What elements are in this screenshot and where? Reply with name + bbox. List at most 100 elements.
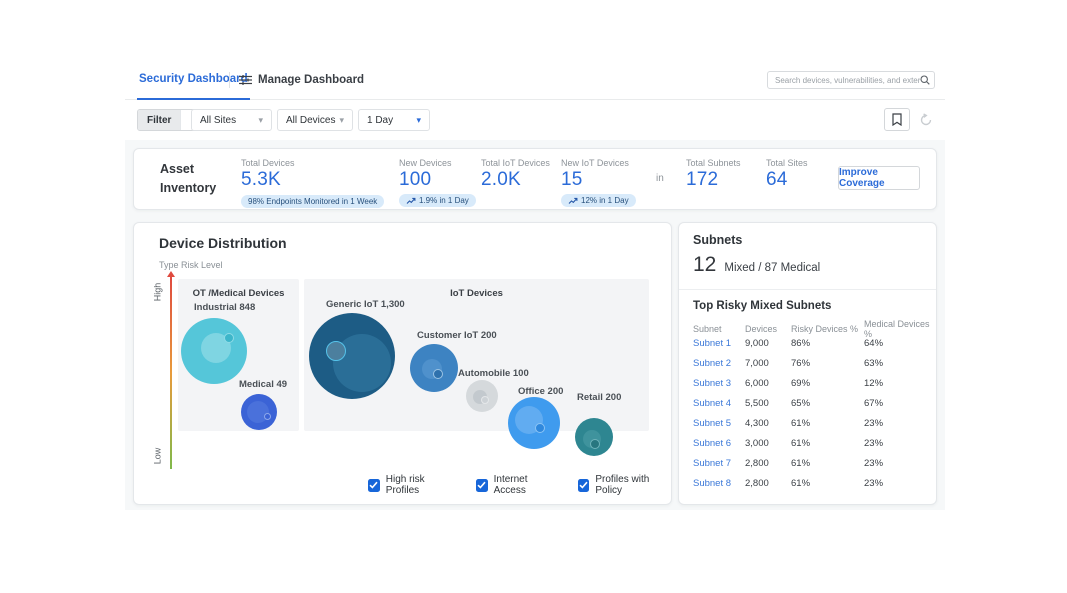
sites-select[interactable]: All Sites ▾ — [191, 109, 272, 131]
table-row: Subnet 27,00076%63% — [679, 353, 936, 373]
bubble-mini-dot — [264, 413, 271, 420]
asset-inventory-card: Asset Inventory Total Devices5.3K98% End… — [133, 148, 937, 210]
device-distribution-title: Device Distribution — [159, 235, 287, 251]
cell-devices: 2,800 — [745, 478, 791, 489]
cell-risky-pct: 61% — [791, 458, 864, 469]
bubble-inner-blob — [247, 401, 269, 423]
table-row: Subnet 63,00061%23% — [679, 433, 936, 453]
timerange-select[interactable]: 1 Day ▾ — [358, 109, 430, 131]
bubble-medical[interactable] — [241, 394, 277, 430]
subnet-link[interactable]: Subnet 1 — [693, 338, 745, 349]
tab-bar: Security Dashboard Manage Dashboard — [125, 60, 945, 100]
subnet-link[interactable]: Subnet 7 — [693, 458, 745, 469]
subnet-link[interactable]: Subnet 5 — [693, 418, 745, 429]
bubble-mini-dot — [224, 333, 234, 343]
axis-high-label: High — [152, 283, 162, 302]
cell-risky-pct: 86% — [791, 338, 864, 349]
bubble-label: Industrial 848 — [194, 302, 255, 313]
bubble-mini-dot — [535, 423, 545, 433]
bubble-automobile[interactable] — [466, 380, 498, 412]
tab-security-dashboard[interactable]: Security Dashboard — [137, 60, 250, 100]
checkbox-icon[interactable] — [578, 479, 590, 492]
bubble-label: Retail 200 — [577, 392, 621, 403]
bubble-label: Generic IoT 1,300 — [326, 299, 405, 310]
metric-total-sites: Total Sites64 — [766, 158, 808, 191]
axis-low-label: Low — [152, 448, 162, 465]
checkbox-profiles-with-policy[interactable]: Profiles with Policy — [578, 474, 671, 496]
chevron-down-icon: ▾ — [258, 116, 263, 125]
cell-devices: 6,000 — [745, 378, 791, 389]
col-header-subnet: Subnet — [693, 324, 745, 334]
cell-risky-pct: 61% — [791, 478, 864, 489]
metric-badge: 98% Endpoints Monitored in 1 Week — [241, 195, 384, 208]
section-label: OT /Medical Devices — [178, 288, 299, 299]
filter-row: Filter Query All Sites ▾ All Devices ▾ 1… — [125, 100, 945, 140]
checkbox-label: High risk Profiles — [386, 474, 454, 496]
tab-manage-dashboard[interactable]: Manage Dashboard — [239, 60, 364, 100]
cell-medical-pct: 67% — [864, 398, 936, 409]
subnet-link[interactable]: Subnet 3 — [693, 378, 745, 389]
cell-medical-pct: 23% — [864, 438, 936, 449]
subnet-link[interactable]: Subnet 8 — [693, 478, 745, 489]
metric-total-subnets: Total Subnets172 — [686, 158, 741, 191]
bubble-customer-iot[interactable] — [410, 344, 458, 392]
dashboard-root: Security Dashboard Manage Dashboard Filt… — [125, 60, 945, 510]
cell-devices: 9,000 — [745, 338, 791, 349]
subnet-link[interactable]: Subnet 2 — [693, 358, 745, 369]
search-icon[interactable] — [920, 75, 930, 85]
cell-devices: 2,800 — [745, 458, 791, 469]
refresh-button[interactable] — [913, 108, 939, 131]
table-row: Subnet 45,50065%67% — [679, 393, 936, 413]
bubble-office[interactable] — [508, 397, 560, 449]
improve-coverage-button[interactable]: Improve Coverage — [838, 166, 920, 190]
refresh-icon — [919, 113, 933, 127]
table-header-row: Subnet Devices Risky Devices % Medical D… — [679, 319, 936, 333]
bubble-retail[interactable] — [575, 418, 613, 456]
bookmark-button[interactable] — [884, 108, 910, 131]
checkbox-icon[interactable] — [368, 479, 380, 492]
bubble-label: Office 200 — [518, 386, 563, 397]
devices-select-value: All Devices — [286, 115, 335, 126]
metric-badge: 1.9% in 1 Day — [399, 194, 476, 207]
bubble-generic-iot[interactable] — [309, 313, 395, 399]
subnet-link[interactable]: Subnet 4 — [693, 398, 745, 409]
table-row: Subnet 72,80061%23% — [679, 453, 936, 473]
subnets-summary: 12 Mixed / 87 Medical — [693, 253, 820, 277]
cell-devices: 3,000 — [745, 438, 791, 449]
checkbox-icon[interactable] — [476, 479, 488, 492]
search-input[interactable] — [775, 76, 920, 85]
metric-value: 5.3K — [241, 169, 384, 191]
top-risky-title: Top Risky Mixed Subnets — [693, 300, 831, 312]
metric-value: 100 — [399, 169, 476, 191]
timerange-select-value: 1 Day — [367, 115, 393, 126]
global-search[interactable] — [767, 71, 935, 89]
metric-label: Total Subnets — [686, 158, 741, 168]
metric-value: 172 — [686, 169, 741, 191]
sliders-icon — [239, 74, 252, 86]
filter-button[interactable]: Filter — [138, 110, 180, 130]
metric-label: Total IoT Devices — [481, 158, 550, 168]
checkbox-high-risk-profiles[interactable]: High risk Profiles — [368, 474, 454, 496]
cell-devices: 4,300 — [745, 418, 791, 429]
checkbox-label: Profiles with Policy — [595, 474, 671, 496]
chart-filter-checkboxes: High risk Profiles Internet Access Profile… — [368, 474, 671, 496]
content-area: Asset Inventory Total Devices5.3K98% End… — [125, 140, 945, 510]
devices-select[interactable]: All Devices ▾ — [277, 109, 353, 131]
cell-risky-pct: 65% — [791, 398, 864, 409]
table-row: Subnet 82,80061%23% — [679, 473, 936, 493]
cell-medical-pct: 23% — [864, 478, 936, 489]
bubble-label: Automobile 100 — [458, 368, 529, 379]
subnet-link[interactable]: Subnet 6 — [693, 438, 745, 449]
metric-label: Total Sites — [766, 158, 808, 168]
table-row: Subnet 54,30061%23% — [679, 413, 936, 433]
checkbox-label: Internet Access — [494, 474, 556, 496]
metric-label: Total Devices — [241, 158, 384, 168]
bubble-industrial[interactable] — [181, 318, 247, 384]
checkbox-internet-access[interactable]: Internet Access — [476, 474, 556, 496]
table-row: Subnet 36,00069%12% — [679, 373, 936, 393]
trend-up-icon — [568, 197, 578, 205]
tab-divider — [229, 72, 230, 88]
metric-new-devices: New Devices1001.9% in 1 Day — [399, 158, 476, 210]
bubble-mini-dot — [590, 439, 600, 449]
metric-total-devices: Total Devices5.3K 98% Endpoints Monitored… — [241, 158, 384, 209]
